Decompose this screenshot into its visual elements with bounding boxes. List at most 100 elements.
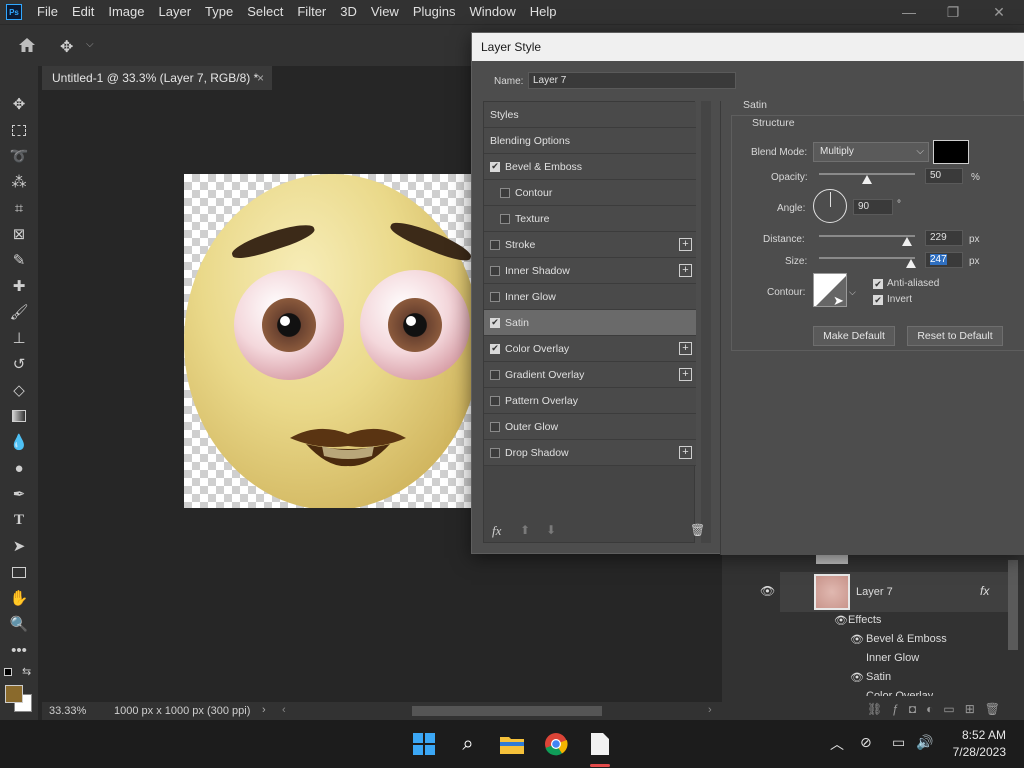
close-tab-icon[interactable]: × xyxy=(257,71,264,85)
menu-image[interactable]: Image xyxy=(101,0,151,24)
effect-bevel-emboss[interactable]: Bevel & Emboss xyxy=(866,633,947,645)
document-app-icon[interactable] xyxy=(586,730,614,758)
magic-wand-icon[interactable]: ⁂ xyxy=(9,172,29,192)
menu-filter[interactable]: Filter xyxy=(290,0,333,24)
clock-date[interactable]: 7/28/2023 xyxy=(946,745,1006,759)
effect-inner-glow[interactable]: Inner Glow xyxy=(866,652,919,664)
display-icon[interactable]: ▭ xyxy=(892,734,905,751)
healing-brush-icon[interactable]: ✚ xyxy=(9,276,29,296)
menu-select[interactable]: Select xyxy=(240,0,290,24)
reset-to-default-button[interactable]: Reset to Default xyxy=(907,326,1003,346)
style-item-inner-glow[interactable]: Inner Glow xyxy=(484,284,696,310)
blend-mode-select[interactable]: Multiply ⌵ xyxy=(813,142,929,162)
menu-layer[interactable]: Layer xyxy=(152,0,199,24)
add-effect-fx-icon[interactable]: fx xyxy=(492,523,501,539)
clone-stamp-icon[interactable]: ⊥ xyxy=(9,328,29,348)
drop-shadow-checkbox[interactable] xyxy=(490,447,500,458)
menu-window[interactable]: Window xyxy=(462,0,522,24)
lasso-tool-icon[interactable]: ➰ xyxy=(9,146,29,166)
blur-tool-icon[interactable]: 💧 xyxy=(9,432,29,452)
size-input[interactable]: 247 xyxy=(925,252,963,268)
style-item-outer-glow[interactable]: Outer Glow xyxy=(484,414,696,440)
clock-time[interactable]: 8:52 AM xyxy=(958,728,1006,742)
crop-tool-icon[interactable]: ⌗ xyxy=(9,198,29,218)
menu-plugins[interactable]: Plugins xyxy=(406,0,463,24)
menu-edit[interactable]: Edit xyxy=(65,0,101,24)
effect-eye-icon[interactable]: 👁 xyxy=(850,633,864,646)
minimize-icon[interactable]: — xyxy=(886,0,932,24)
zoom-tool-icon[interactable]: 🔍 xyxy=(9,614,29,634)
gradient-overlay-checkbox[interactable] xyxy=(490,369,500,380)
type-tool-icon[interactable]: T xyxy=(9,510,29,530)
style-item-pattern-overlay[interactable]: Pattern Overlay xyxy=(484,388,696,414)
dodge-tool-icon[interactable]: ● xyxy=(9,458,29,478)
windows-start-icon[interactable] xyxy=(410,730,438,758)
move-tool-icon[interactable]: ✥ xyxy=(60,37,80,56)
anti-aliased-checkbox[interactable]: ✔ xyxy=(873,279,883,289)
add-drop-shadow-plus-icon[interactable]: + xyxy=(679,446,692,459)
document-canvas[interactable] xyxy=(184,174,474,508)
network-off-icon[interactable]: ⊘ xyxy=(860,734,872,751)
add-mask-icon[interactable]: ◘ xyxy=(909,702,916,716)
size-slider[interactable] xyxy=(819,257,915,259)
default-colors-icon[interactable] xyxy=(4,668,12,676)
add-inner-shadow-plus-icon[interactable]: + xyxy=(679,264,692,277)
satin-checkbox[interactable]: ✔ xyxy=(490,317,500,328)
chrome-icon[interactable] xyxy=(542,730,570,758)
restore-icon[interactable]: ❐ xyxy=(930,0,976,24)
layer-name-input[interactable]: Layer 7 xyxy=(528,72,736,89)
bevel-emboss-checkbox[interactable]: ✔ xyxy=(490,161,500,172)
distance-slider[interactable] xyxy=(819,235,915,237)
style-item-inner-shadow[interactable]: Inner Shadow + xyxy=(484,258,696,284)
style-item-texture[interactable]: Texture xyxy=(484,206,696,232)
move-up-icon[interactable]: ⬆ xyxy=(520,523,530,537)
swap-colors-icon[interactable]: ⇆ xyxy=(22,665,31,678)
effects-eye-icon[interactable]: 👁 xyxy=(834,614,848,627)
menu-help[interactable]: Help xyxy=(523,0,564,24)
effect-eye-icon[interactable]: 👁 xyxy=(850,671,864,684)
adjustment-layer-icon[interactable]: ◐ xyxy=(926,702,933,716)
close-window-icon[interactable]: ✕ xyxy=(976,0,1022,24)
inner-glow-checkbox[interactable] xyxy=(490,291,500,302)
satin-color-swatch[interactable] xyxy=(933,140,969,164)
styles-scrollbar[interactable] xyxy=(701,101,711,543)
invert-checkbox[interactable]: ✔ xyxy=(873,295,883,305)
pattern-overlay-checkbox[interactable] xyxy=(490,395,500,406)
path-selection-icon[interactable]: ➤ xyxy=(9,536,29,556)
style-item-blending-options[interactable]: Blending Options xyxy=(484,128,696,154)
eraser-icon[interactable]: ◇ xyxy=(9,380,29,400)
eye-visibility-icon[interactable]: 👁 xyxy=(760,584,775,598)
dialog-title[interactable]: Layer Style xyxy=(472,33,1024,61)
menu-type[interactable]: Type xyxy=(198,0,240,24)
color-overlay-checkbox[interactable]: ✔ xyxy=(490,343,500,354)
layer-row-layer-7[interactable]: 👁 Layer 7 fx xyxy=(760,572,1008,612)
eyedropper-icon[interactable]: ✎ xyxy=(9,250,29,270)
pen-tool-icon[interactable]: ✒ xyxy=(9,484,29,504)
file-explorer-icon[interactable] xyxy=(498,730,526,758)
home-icon[interactable] xyxy=(18,37,38,55)
new-layer-icon[interactable]: ⊞ xyxy=(965,702,975,716)
rectangle-tool-icon[interactable] xyxy=(9,562,29,582)
opacity-input[interactable]: 50 xyxy=(925,168,963,184)
add-stroke-plus-icon[interactable]: + xyxy=(679,238,692,251)
menu-file[interactable]: File xyxy=(30,0,65,24)
distance-input[interactable]: 229 xyxy=(925,230,963,246)
texture-checkbox[interactable] xyxy=(500,213,510,224)
effect-satin[interactable]: Satin xyxy=(866,671,891,683)
zoom-level[interactable]: 33.33% xyxy=(49,705,86,717)
menu-3d[interactable]: 3D xyxy=(333,0,364,24)
move-tool-icon[interactable]: ✥ xyxy=(9,94,29,114)
style-item-satin[interactable]: ✔ Satin xyxy=(484,310,696,336)
horizontal-scrollbar[interactable] xyxy=(412,706,602,716)
distance-slider-thumb[interactable] xyxy=(902,237,913,246)
history-brush-icon[interactable]: ↺ xyxy=(9,354,29,374)
volume-icon[interactable]: 🔊 xyxy=(916,734,933,751)
gradient-tool-icon[interactable] xyxy=(9,406,29,426)
delete-layer-icon[interactable]: 🗑 xyxy=(985,702,1000,716)
angle-dial[interactable] xyxy=(813,189,847,223)
style-item-drop-shadow[interactable]: Drop Shadow + xyxy=(484,440,696,466)
hand-tool-icon[interactable]: ✋ xyxy=(9,588,29,608)
search-icon[interactable]: ⌕ xyxy=(454,730,482,758)
style-item-gradient-overlay[interactable]: Gradient Overlay + xyxy=(484,362,696,388)
style-item-color-overlay[interactable]: ✔ Color Overlay + xyxy=(484,336,696,362)
